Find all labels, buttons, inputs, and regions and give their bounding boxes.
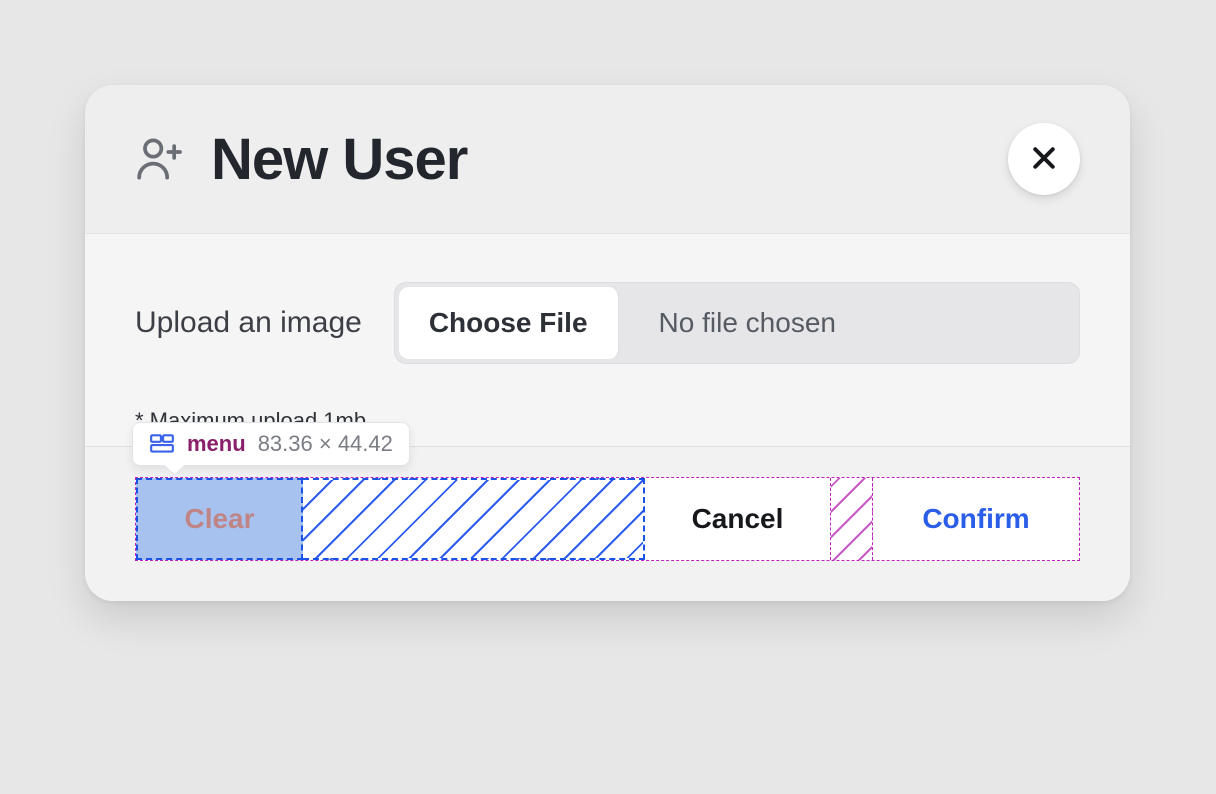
dialog-header: New User bbox=[85, 85, 1130, 233]
user-plus-icon bbox=[131, 131, 187, 187]
file-status-text: No file chosen bbox=[623, 283, 1079, 363]
dialog-body: Upload an image Choose File No file chos… bbox=[85, 233, 1130, 446]
clear-button-label: Clear bbox=[184, 503, 254, 535]
upload-row: Upload an image Choose File No file chos… bbox=[135, 282, 1080, 364]
choose-file-button[interactable]: Choose File bbox=[399, 287, 619, 359]
clear-button[interactable]: Clear bbox=[136, 478, 303, 560]
upload-label: Upload an image bbox=[135, 306, 362, 340]
flex-gap bbox=[831, 478, 873, 560]
devtools-tooltip-tag: menu bbox=[187, 431, 246, 457]
confirm-button[interactable]: Confirm bbox=[873, 478, 1079, 560]
dialog-title: New User bbox=[211, 126, 467, 193]
dialog-footer: Clear Cancel Confirm bbox=[85, 446, 1130, 601]
cancel-button-label: Cancel bbox=[692, 503, 784, 535]
devtools-tooltip-dimensions: 83.36 × 44.42 bbox=[258, 431, 393, 457]
close-icon bbox=[1029, 143, 1059, 176]
cancel-button[interactable]: Cancel bbox=[645, 478, 831, 560]
flex-spacer bbox=[303, 478, 645, 560]
confirm-button-label: Confirm bbox=[922, 503, 1029, 535]
devtools-tooltip: menu 83.36 × 44.42 bbox=[132, 422, 410, 466]
footer-flex-container: Clear Cancel Confirm bbox=[135, 477, 1080, 561]
flex-icon bbox=[149, 431, 175, 457]
new-user-dialog: New User Upload an image Choose File No … bbox=[85, 85, 1130, 601]
close-button[interactable] bbox=[1008, 123, 1080, 195]
file-input-group: Choose File No file chosen bbox=[394, 282, 1080, 364]
